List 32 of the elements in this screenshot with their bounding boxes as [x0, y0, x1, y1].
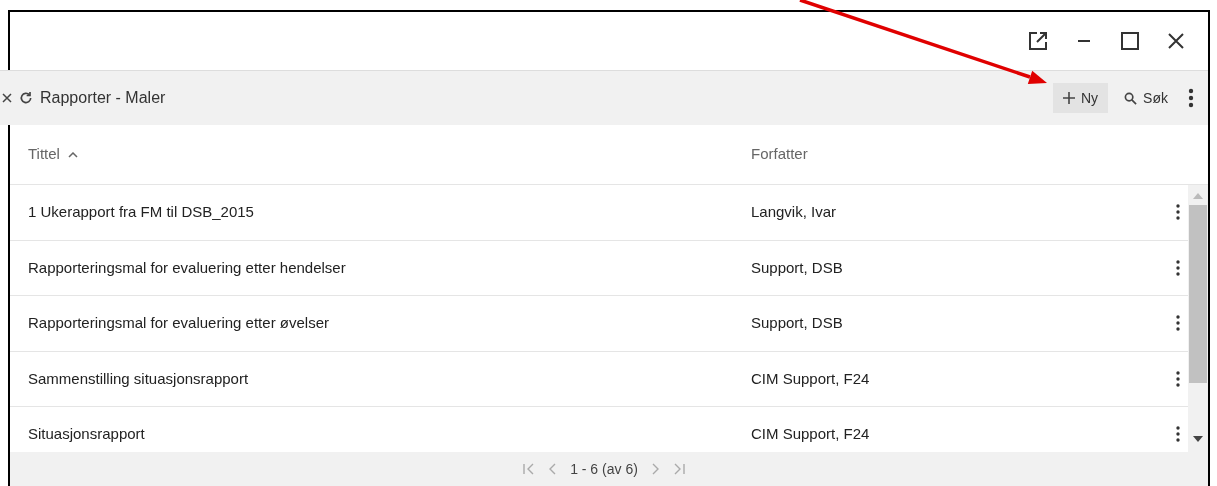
- row-menu-icon[interactable]: [1176, 315, 1180, 332]
- scrollbar[interactable]: [1188, 185, 1208, 452]
- table-cell-text: Support, DSB: [750, 313, 844, 333]
- plus-icon: [1063, 92, 1075, 104]
- close-icon[interactable]: [2, 93, 12, 103]
- row-menu-icon[interactable]: [1176, 426, 1180, 443]
- toolbar-title: Rapporter - Maler: [40, 88, 166, 108]
- table-cell-text: Support, DSB: [750, 257, 844, 278]
- refresh-icon[interactable]: [18, 90, 34, 106]
- scroll-down-icon[interactable]: [1193, 436, 1203, 442]
- sort-up-icon[interactable]: [67, 151, 78, 158]
- page-range: 1 - 6 (av 6): [570, 459, 638, 479]
- row-menu-icon[interactable]: [1176, 204, 1180, 221]
- table-cell-text: Rapporteringsmal for evaluering etter hendelser: [27, 257, 347, 278]
- table-cell-text: Rapporteringsmal for evaluering etter øvelser: [27, 313, 330, 333]
- table-cell-text: Situasjonsrapport: [27, 424, 146, 444]
- new-button[interactable]: Ny: [1053, 83, 1109, 113]
- table-cell-text: Langvik, Ivar: [750, 202, 838, 222]
- table-cell-text: Sammenstilling situasjonsrapport: [27, 368, 250, 389]
- scrollbar-thumb[interactable]: [1189, 205, 1207, 383]
- row-menu-icon[interactable]: [1176, 259, 1180, 276]
- search-button[interactable]: Søk: [1114, 83, 1178, 113]
- open-external-icon[interactable]: [1026, 29, 1050, 53]
- table-cell-text: CIM Support, F24: [750, 424, 871, 444]
- row-menu-icon[interactable]: [1176, 370, 1180, 387]
- table-cell-text: CIM Support, F24: [750, 368, 871, 389]
- table-cell-text: 1 Ukerapport fra FM til DSB_2015: [27, 202, 255, 222]
- search-icon: [1124, 91, 1138, 105]
- more-icon[interactable]: [1188, 88, 1194, 108]
- column-header[interactable]: Tittel: [28, 143, 60, 166]
- maximize-icon[interactable]: [1118, 29, 1142, 53]
- column-header[interactable]: Forfatter: [751, 143, 808, 166]
